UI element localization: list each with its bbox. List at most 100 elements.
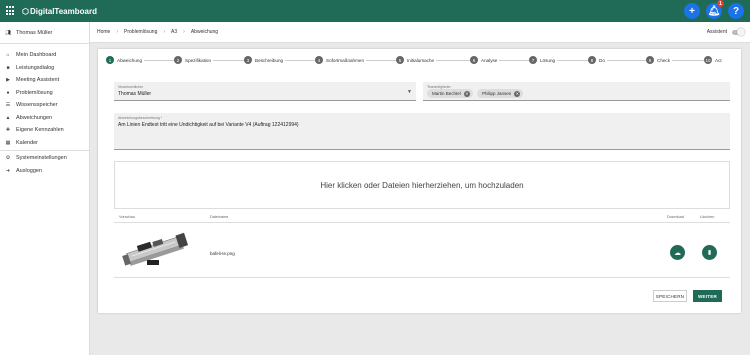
step-analyse[interactable]: 6 Analyse — [470, 56, 500, 64]
sidebar-item-eigene-kennzahlen[interactable]: ✚ Eigene Kennzahlen — [0, 124, 89, 137]
stepper: 1 Abweichung 2 Spezifikation 3 Beschreibung… — [106, 56, 730, 66]
sidebar-item-label: Leistungsdialog — [16, 64, 55, 71]
step-label: Initialursache — [407, 57, 435, 63]
column-preview: Vorschau — [119, 215, 135, 219]
sidebar-item-label: Systemeinstellungen — [16, 155, 67, 162]
sidebar-item-label: Eigene Kennzahlen — [16, 127, 64, 134]
top-bar: ⬡ DigitalTeamboard + 🔔︎ 1 ? — [0, 0, 750, 22]
assistant-label: Assistent — [706, 29, 727, 35]
team-members-field[interactable]: Teammitglieder Martin Bechtel ✕ Philipp … — [423, 82, 730, 101]
sidebar-divider — [0, 150, 89, 151]
sidebar-item-problemloesung[interactable]: ● Problemlösung — [0, 87, 89, 100]
step-number: 8 — [588, 56, 596, 64]
step-label: Lösung — [540, 57, 556, 63]
team-member-chip: Martin Bechtel ✕ — [427, 89, 473, 98]
sidebar-item-label: Meeting Assistent — [16, 77, 60, 84]
list-icon: ☰ — [5, 102, 11, 109]
column-delete: Löschen — [700, 215, 715, 219]
breadcrumb-home[interactable]: Home — [97, 29, 110, 35]
save-button[interactable]: SPEICHERN — [653, 290, 687, 302]
sidebar-item-kalender[interactable]: ▦ Kalender — [0, 137, 89, 150]
step-abweichung[interactable]: 1 Abweichung — [106, 56, 145, 64]
header-actions: + 🔔︎ 1 ? — [684, 0, 744, 19]
sidebar-item-label: Problemlösung — [16, 89, 53, 96]
sidebar-item-wissensspeicher[interactable]: ☰ Wissensspeicher — [0, 99, 89, 112]
trash-icon: ▮ — [707, 250, 712, 256]
step-label: Beschreibung — [255, 57, 284, 63]
breadcrumb-a3[interactable]: A3 — [171, 29, 177, 35]
breadcrumb-abweichung: Abweichung — [190, 29, 219, 35]
step-label: Do — [599, 57, 605, 63]
file-name[interactable]: bafeli-te.png — [210, 251, 235, 256]
delete-button[interactable]: ▮ — [702, 245, 717, 260]
step-number: 3 — [244, 56, 252, 64]
sidebar-item-systemeinstellungen[interactable]: ⚙ Systemeinstellungen — [0, 152, 89, 165]
lightbulb-icon: ● — [6, 89, 10, 96]
step-label: Abweichung — [117, 57, 143, 63]
assistant-toggle-group: Assistent — [706, 28, 745, 36]
file-thumbnail — [122, 232, 189, 266]
download-button[interactable]: ☁ — [670, 245, 685, 260]
step-number: 7 — [529, 56, 537, 64]
sidebar-user[interactable]: 👥︎ Thomas Müller — [0, 22, 89, 44]
breadcrumb: Home › Problemlösung › A3 › Abweichung A… — [90, 22, 750, 43]
assistant-toggle[interactable] — [732, 28, 745, 36]
brand-name: DigitalTeamboard — [29, 6, 97, 16]
brand-logo[interactable]: ⬡ DigitalTeamboard — [22, 7, 97, 16]
bell-icon: 🔔︎ — [707, 5, 721, 17]
sidebar-item-dashboard[interactable]: ⌂ Mein Dashboard — [0, 49, 89, 62]
camera-icon: ▶ — [6, 77, 10, 84]
notification-badge: 1 — [717, 0, 724, 7]
file-dropzone[interactable]: Hier klicken oder Dateien hierherziehen,… — [114, 161, 730, 209]
notifications-button[interactable]: 🔔︎ 1 — [706, 0, 724, 19]
sidebar-item-meeting-assistent[interactable]: ▶ Meeting Assistent — [0, 74, 89, 87]
sidebar-item-abweichungen[interactable]: ▲ Abweichungen — [0, 112, 89, 125]
breadcrumb-problemloesung[interactable]: Problemlösung — [124, 29, 157, 35]
remove-chip-icon[interactable]: ✕ — [463, 90, 470, 97]
step-number: 6 — [470, 56, 478, 64]
dropdown-arrow-icon: ▼ — [407, 89, 412, 95]
chip-label: Martin Bechtel — [432, 91, 461, 96]
briefcase-icon: ■ — [6, 64, 10, 71]
sidebar-item-label: Wissensspeicher — [16, 102, 58, 109]
users-cog-icon: ⚙ — [5, 155, 11, 162]
chip-label: Philipp Jansen — [482, 91, 512, 96]
logo-icon: ⬡ — [22, 6, 29, 16]
step-number: 1 — [106, 56, 114, 64]
breadcrumb-separator: › — [163, 29, 166, 35]
step-number: 9 — [646, 56, 654, 64]
next-button[interactable]: WEITER — [693, 290, 722, 302]
responsible-label: Verantwortlicher — [118, 85, 144, 89]
add-button[interactable]: + — [684, 3, 700, 19]
column-filename: Dateiname — [210, 215, 229, 219]
step-loesung[interactable]: 7 Lösung — [529, 56, 558, 64]
step-check[interactable]: 9 Check — [646, 56, 673, 64]
step-spezifikation[interactable]: 2 Spezifikation — [174, 56, 214, 64]
logout-icon: ➜ — [5, 167, 11, 174]
users-icon: 👥︎ — [5, 29, 12, 36]
sidebar-item-ausloggen[interactable]: ➜ Ausloggen — [0, 165, 89, 178]
sidebar-user-name: Thomas Müller — [16, 29, 53, 36]
breadcrumb-separator: › — [116, 29, 119, 35]
step-label: Sofortmaßnahmen — [326, 57, 365, 63]
step-initialursache[interactable]: 5 Initialursache — [396, 56, 437, 64]
help-button[interactable]: ? — [728, 3, 744, 19]
user-plus-icon: ✚ — [5, 127, 11, 134]
dropzone-text: Hier klicken oder Dateien hierherziehen,… — [320, 180, 524, 190]
help-icon: ? — [732, 5, 740, 17]
step-number: 10 — [704, 56, 712, 64]
sidebar-item-leistungsdialog[interactable]: ■ Leistungsdialog — [0, 62, 89, 75]
responsible-select[interactable]: Verantwortlicher Thomas Müller ▼ — [114, 82, 416, 101]
step-label: Analyse — [481, 57, 498, 63]
step-sofortmassnahmen[interactable]: 4 Sofortmaßnahmen — [315, 56, 367, 64]
remove-chip-icon[interactable]: ✕ — [514, 90, 521, 97]
step-beschreibung[interactable]: 3 Beschreibung — [244, 56, 286, 64]
apps-grid-icon[interactable] — [6, 6, 16, 16]
step-do[interactable]: 8 Do — [588, 56, 607, 64]
column-download: Download — [667, 215, 684, 219]
step-act[interactable]: 10 Act — [704, 56, 724, 64]
sidebar: 👥︎ Thomas Müller ⌂ Mein Dashboard ■ Leistu… — [0, 22, 90, 355]
description-textarea[interactable]: Abweichungsbeschreibung * Am Linien Endt… — [114, 113, 730, 150]
table-row: bafeli-te.png ☁ ▮ — [114, 224, 730, 278]
home-icon: ⌂ — [6, 52, 10, 59]
